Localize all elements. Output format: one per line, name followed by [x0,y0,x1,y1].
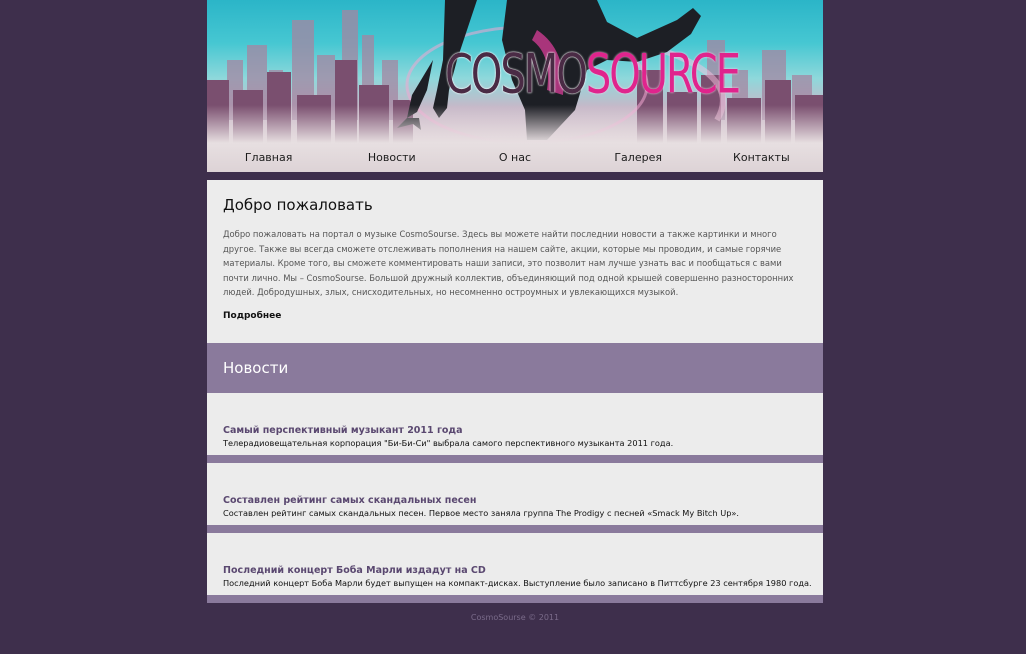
news-item-text: Последний концерт Боба Марли будет выпущ… [223,578,812,588]
news-item-text: Телерадиовещательная корпорация "Би-Би-С… [223,438,674,448]
nav-item-contacts[interactable]: Контакты [706,151,816,164]
nav-item-about[interactable]: О нас [460,151,570,164]
news-item-title[interactable]: Составлен рейтинг самых скандальных песе… [223,495,476,506]
logo-part-cosmo: COSMO [445,44,588,107]
news-item: Самый перспективный музыкант 2011 года Т… [207,393,823,463]
welcome-title: Добро пожаловать [223,196,373,214]
read-more-link[interactable]: Подробнее [223,311,281,321]
footer-copyright: CosmoSourse © 2011 [470,613,560,622]
nav-item-news[interactable]: Новости [337,151,447,164]
page-container: COSMOSOURCE Главная Новости О нас Галере… [207,0,823,622]
news-item: Последний концерт Боба Марли издадут на … [207,533,823,603]
nav-divider [207,172,823,180]
news-item-title[interactable]: Самый перспективный музыкант 2011 года [223,425,463,436]
welcome-text: Добро пожаловать на портал о музыке Cosm… [223,229,794,297]
news-section-header: Новости [207,343,823,393]
news-item-text: Составлен рейтинг самых скандальных песе… [223,508,740,518]
main-nav: Главная Новости О нас Галерея Контакты [207,143,823,172]
header-banner: COSMOSOURCE [207,0,823,143]
nav-item-gallery[interactable]: Галерея [583,151,693,164]
site-logo[interactable]: COSMOSOURCE [445,44,741,107]
news-heading: Новости [223,359,289,377]
news-item-title[interactable]: Последний концерт Боба Марли издадут на … [223,565,486,576]
nav-item-home[interactable]: Главная [214,151,324,164]
logo-part-source: SOURCE [585,44,741,107]
welcome-section: Добро пожаловать Добро пожаловать на пор… [207,180,823,343]
news-item: Составлен рейтинг самых скандальных песе… [207,463,823,533]
